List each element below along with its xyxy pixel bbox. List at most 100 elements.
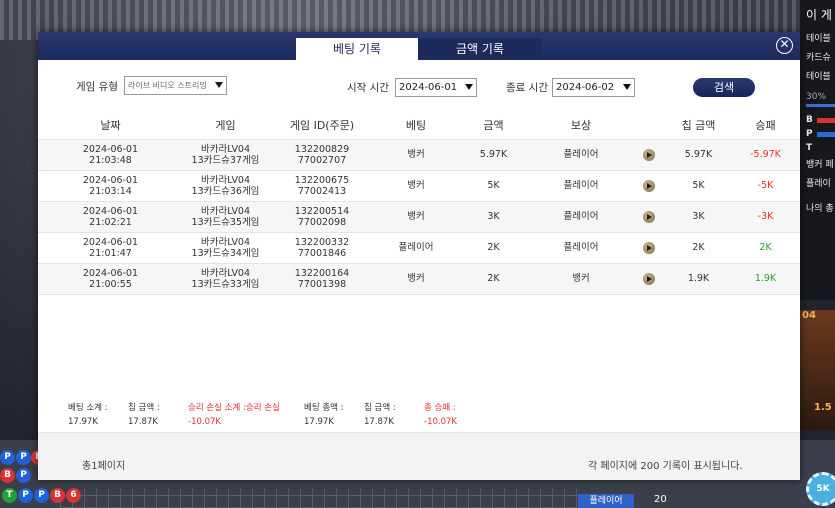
road-dot: P bbox=[16, 450, 31, 465]
game-type-label: 게임 유형 bbox=[76, 81, 118, 93]
chip-amount-cell: 5.97K bbox=[666, 139, 731, 171]
table-row: 2024-06-01 21:03:14 바카라LV04 13카드슈36게임 132200… bbox=[38, 170, 800, 202]
records-per-page: 각 페이지에 200 기록이 표시됩니다. bbox=[588, 461, 743, 472]
end-date-value: 2024-06-02 bbox=[556, 82, 615, 93]
summary-item: 칩 금액 : 17.87K bbox=[128, 401, 160, 427]
tab-bet-history[interactable]: 베팅 기록 bbox=[296, 38, 418, 60]
search-button[interactable]: 검색 bbox=[693, 78, 755, 97]
column-header bbox=[631, 112, 666, 140]
road-dot: P bbox=[0, 450, 15, 465]
side-promo-panel: 04 1.5 bbox=[800, 310, 835, 430]
win-loss: 2K bbox=[759, 242, 772, 253]
reward-result-cell: 플레이어 bbox=[531, 232, 631, 264]
date-cell: 2024-06-01 21:00:55 bbox=[38, 263, 183, 295]
game-cell: 바카라LV04 13카드슈35게임 bbox=[183, 201, 268, 233]
chip-amount-cell: 5K bbox=[666, 170, 731, 202]
summary-label: 칩 금액 : bbox=[128, 403, 160, 413]
column-header: 금액 bbox=[456, 112, 531, 140]
tab-amount-history[interactable]: 금액 기록 bbox=[418, 38, 542, 60]
game-id-cell: 132200829 77002707 bbox=[268, 139, 376, 171]
win-loss: 1.9K bbox=[754, 273, 777, 284]
play-replay-icon[interactable] bbox=[642, 210, 655, 223]
legend-tie: T bbox=[806, 143, 835, 153]
bet-side: 플레이어 bbox=[398, 242, 434, 253]
summary-label: 총 승패 : bbox=[424, 403, 456, 413]
chip-amount-cell: 1.9K bbox=[666, 263, 731, 295]
date-line1: 2024-06-01 bbox=[82, 174, 139, 186]
game-line1: 바카라LV04 bbox=[200, 236, 251, 248]
pagination-footer: 총1페이지 각 페이지에 200 기록이 표시됩니다. bbox=[38, 432, 800, 480]
table-row: 2024-06-01 21:03:48 바카라LV04 13카드슈37게임 132200… bbox=[38, 139, 800, 171]
chip-amount: 5.97K bbox=[684, 149, 713, 160]
chip-5k-button[interactable]: 5K bbox=[806, 472, 835, 506]
legend-player: P bbox=[806, 129, 835, 139]
bet-amount: 5K bbox=[487, 180, 500, 191]
side-panel-line: 뱅커 페 bbox=[806, 160, 834, 170]
bet-side: 뱅커 bbox=[407, 149, 425, 160]
game-line1: 바카라LV04 bbox=[200, 143, 251, 155]
play-replay-icon[interactable] bbox=[642, 148, 655, 161]
game-id-line2: 77002098 bbox=[297, 216, 347, 228]
summary-value: -10.07K bbox=[188, 417, 221, 427]
summary-item: 총 승패 : -10.07K bbox=[424, 401, 457, 427]
date-line1: 2024-06-01 bbox=[82, 267, 139, 279]
reward-result: 플레이어 bbox=[563, 149, 599, 160]
game-type-select[interactable]: 라이브 비디오 스트리밍 bbox=[124, 76, 227, 95]
road-dot: P bbox=[18, 488, 33, 503]
win-loss-cell: -5K bbox=[731, 170, 800, 202]
win-loss: -5.97K bbox=[750, 149, 781, 160]
game-line2: 13카드슈33게임 bbox=[191, 278, 260, 290]
table-body: 2024-06-01 21:03:48 바카라LV04 13카드슈37게임 132200… bbox=[38, 139, 800, 295]
game-line2: 13카드슈37게임 bbox=[191, 154, 260, 166]
chevron-down-icon bbox=[465, 84, 473, 90]
bet-side-cell: 뱅커 bbox=[376, 263, 456, 295]
road-dot: B bbox=[0, 468, 15, 483]
game-id-line1: 132200332 bbox=[294, 236, 350, 248]
column-header: 게임 bbox=[183, 112, 268, 140]
game-cell: 바카라LV04 13카드슈33게임 bbox=[183, 263, 268, 295]
road-dot: 6 bbox=[66, 488, 81, 503]
date-line1: 2024-06-01 bbox=[82, 236, 139, 248]
summary-label: 칩 금액 : bbox=[364, 403, 396, 413]
bet-amount: 2K bbox=[487, 273, 500, 284]
game-id-line2: 77002707 bbox=[297, 154, 347, 166]
bead-road-grid bbox=[60, 488, 580, 508]
summary-value: 17.87K bbox=[128, 417, 158, 427]
game-line2: 13카드슈34게임 bbox=[191, 247, 260, 259]
start-time-label: 시작 시간 bbox=[347, 82, 389, 94]
reward-result: 플레이어 bbox=[563, 180, 599, 191]
summary-item: 베팅 소계 : 17.97K bbox=[68, 401, 108, 427]
game-cell: 바카라LV04 13카드슈36게임 bbox=[183, 170, 268, 202]
chip-amount: 1.9K bbox=[687, 273, 710, 284]
legend-key: T bbox=[806, 143, 813, 153]
replay-cell bbox=[631, 201, 666, 233]
reward-result: 뱅커 bbox=[572, 273, 590, 284]
table-header-row: 날짜 게임 게임 ID(주문) 베팅 금액 보상 칩 금액 승패 bbox=[38, 112, 800, 140]
play-replay-icon[interactable] bbox=[642, 272, 655, 285]
chip-amount: 5K bbox=[692, 180, 705, 191]
win-loss: -3K bbox=[757, 211, 774, 222]
play-replay-icon[interactable] bbox=[642, 179, 655, 192]
reward-result: 플레이어 bbox=[563, 242, 599, 253]
column-header: 보상 bbox=[531, 112, 631, 140]
player-bet-tag: 플레이어 bbox=[578, 494, 634, 508]
road-dot: P bbox=[16, 468, 31, 483]
game-cell: 바카라LV04 13카드슈34게임 bbox=[183, 232, 268, 264]
column-header: 날짜 bbox=[38, 112, 183, 140]
date-line2: 21:00:55 bbox=[89, 278, 132, 290]
game-id-line2: 77001846 bbox=[297, 247, 347, 259]
date-cell: 2024-06-01 21:02:21 bbox=[38, 201, 183, 233]
table-row: 2024-06-01 21:02:21 바카라LV04 13카드슈35게임 132200… bbox=[38, 201, 800, 233]
bet-side: 뱅커 bbox=[407, 273, 425, 284]
end-date-select[interactable]: 2024-06-02 bbox=[552, 78, 635, 97]
chevron-down-icon bbox=[623, 84, 631, 90]
game-id-cell: 132200675 77002413 bbox=[268, 170, 376, 202]
play-replay-icon[interactable] bbox=[642, 241, 655, 254]
close-icon[interactable]: ✕ bbox=[776, 37, 793, 54]
date-line2: 21:02:21 bbox=[89, 216, 132, 228]
replay-cell bbox=[631, 232, 666, 264]
side-panel-line: 테이블 bbox=[806, 72, 831, 82]
date-cell: 2024-06-01 21:03:14 bbox=[38, 170, 183, 202]
start-date-select[interactable]: 2024-06-01 bbox=[395, 78, 477, 97]
legend-banker: B bbox=[806, 115, 835, 125]
